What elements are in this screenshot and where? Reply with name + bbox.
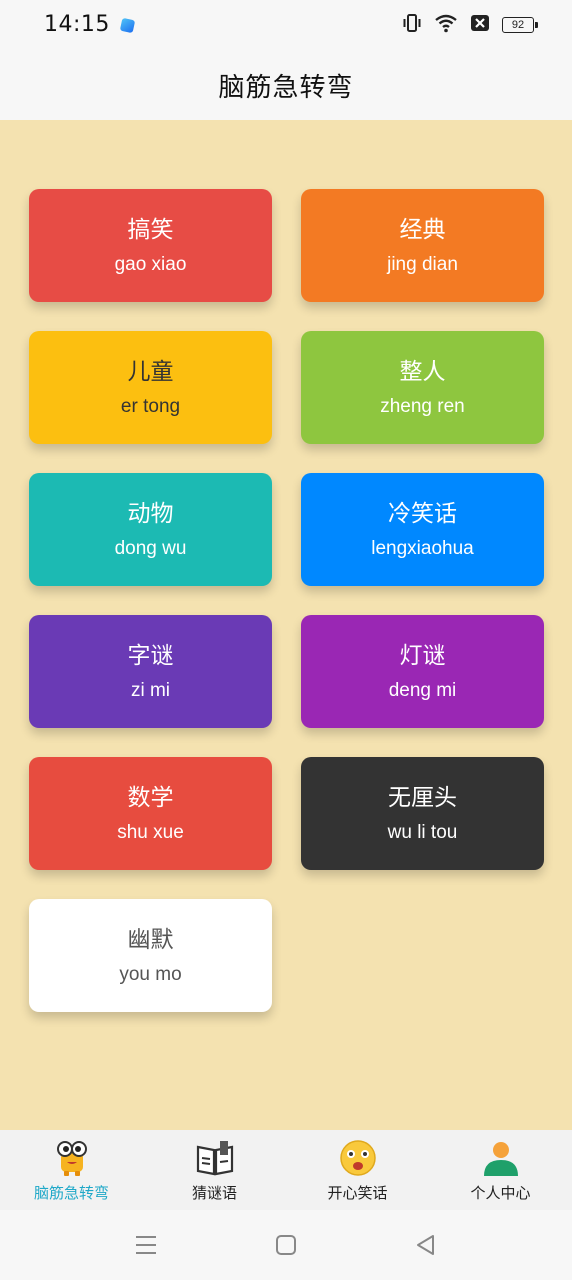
category-title: 灯谜 [399,642,446,669]
system-nav-bar [0,1210,572,1280]
battery-icon: 92 [502,17,538,33]
category-pinyin: dong wu [114,537,187,559]
category-title: 儿童 [127,358,174,385]
category-grid: 搞笑 gao xiao 经典 jing dian 儿童 er tong 整人 z… [0,120,572,1130]
category-pinyin: shu xue [117,821,184,843]
category-pinyin: wu li tou [387,821,458,843]
category-card-dengmi[interactable]: 灯谜 deng mi [301,615,544,728]
category-pinyin: you mo [119,963,182,985]
back-icon[interactable] [411,1232,441,1258]
category-title: 幽默 [127,926,174,953]
category-title: 整人 [399,358,446,385]
category-pinyin: er tong [120,395,181,417]
category-card-wulitou[interactable]: 无厘头 wu li tou [301,757,544,870]
wifi-icon [434,13,458,37]
tab-jokes[interactable]: 开心笑话 [286,1130,429,1210]
category-title: 数学 [127,784,174,811]
tab-riddles[interactable]: 猜谜语 [143,1130,286,1210]
category-title: 字谜 [127,642,174,669]
category-pinyin: jing dian [387,253,458,275]
status-bar: 14:15 92 [0,0,572,50]
page-title: 脑筋急转弯 [218,72,354,103]
category-title: 动物 [127,500,174,527]
status-icons: 92 [402,13,538,37]
tab-label: 脑筋急转弯 [33,1184,109,1202]
tab-label: 个人中心 [470,1184,531,1202]
book-icon [193,1138,237,1178]
app-notification-icon [119,17,136,34]
person-icon [479,1138,523,1178]
category-card-ertong[interactable]: 儿童 er tong [29,331,272,444]
category-card-shuxue[interactable]: 数学 shu xue [29,757,272,870]
status-time: 14:15 [44,12,110,37]
category-card-zimi[interactable]: 字谜 zi mi [29,615,272,728]
tab-brain-teaser[interactable]: 脑筋急转弯 [0,1130,143,1210]
category-card-zhengren[interactable]: 整人 zheng ren [301,331,544,444]
menu-icon[interactable] [131,1232,161,1258]
category-title: 搞笑 [127,216,174,243]
category-card-youmo[interactable]: 幽默 you mo [29,899,272,1012]
title-bar: 脑筋急转弯 [0,50,572,120]
category-pinyin: gao xiao [114,253,187,275]
category-card-dongwu[interactable]: 动物 dong wu [29,473,272,586]
category-title: 冷笑话 [388,500,457,527]
category-pinyin: deng mi [388,679,457,701]
category-card-gaoxiao[interactable]: 搞笑 gao xiao [29,189,272,302]
category-card-lengxiaohua[interactable]: 冷笑话 lengxiaohua [301,473,544,586]
category-pinyin: lengxiaohua [371,537,474,559]
tab-label: 开心笑话 [327,1184,388,1202]
tab-profile[interactable]: 个人中心 [429,1130,572,1210]
no-sim-icon [470,14,490,36]
bottom-tab-bar: 脑筋急转弯 猜谜语 开心笑话 个人中心 [0,1130,572,1210]
smiley-face-icon [336,1138,380,1178]
cartoon-character-icon [50,1138,94,1178]
category-title: 无厘头 [388,784,457,811]
tab-label: 猜谜语 [191,1184,237,1202]
category-pinyin: zi mi [130,679,171,701]
category-pinyin: zheng ren [380,395,465,417]
home-icon[interactable] [271,1232,301,1258]
vibrate-icon [402,13,422,37]
category-card-jingdian[interactable]: 经典 jing dian [301,189,544,302]
category-title: 经典 [399,216,446,243]
